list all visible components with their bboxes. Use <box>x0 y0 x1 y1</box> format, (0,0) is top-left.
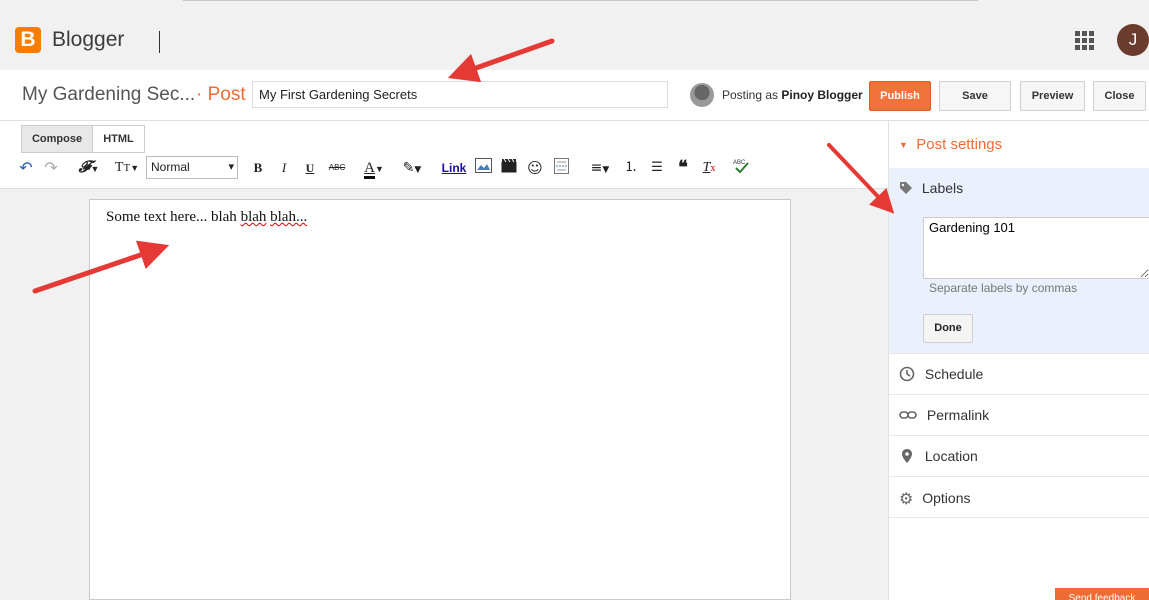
insert-jump-break-icon[interactable] <box>552 158 570 178</box>
insert-image-icon[interactable] <box>474 158 492 178</box>
send-feedback-button[interactable]: Send feedback <box>1055 588 1149 600</box>
undo-icon[interactable]: ↶ <box>17 158 35 178</box>
clock-icon <box>899 366 915 382</box>
font-family-icon[interactable]: 𝓕▼ <box>74 158 104 178</box>
align-icon[interactable]: ≡▼ <box>585 158 615 178</box>
link-button[interactable]: Link <box>440 158 468 178</box>
remove-formatting-icon[interactable]: Tx <box>700 158 718 178</box>
link-icon <box>899 411 917 419</box>
preview-button[interactable]: Preview <box>1020 81 1085 111</box>
post-title-input[interactable] <box>252 81 668 108</box>
posting-as-prefix: Posting as <box>722 88 782 102</box>
divider <box>183 0 978 1</box>
header-divider <box>159 31 160 53</box>
bulleted-list-icon[interactable]: ☰ <box>648 158 666 178</box>
post-type-label: · Post <box>196 84 246 105</box>
tag-icon <box>900 182 912 194</box>
divider <box>889 476 1149 477</box>
options-item[interactable]: ⚙ Options <box>899 489 970 508</box>
redo-icon[interactable]: ↷ <box>42 158 60 178</box>
editor-page[interactable] <box>89 199 791 600</box>
numbered-list-icon[interactable]: ⒈ <box>622 158 640 178</box>
text-color-icon[interactable]: A▼ <box>359 158 389 179</box>
blog-name[interactable]: My Gardening Sec... <box>22 84 195 106</box>
underline-icon[interactable]: U <box>302 158 318 178</box>
labels-input[interactable]: Gardening 101 <box>923 217 1149 279</box>
strikethrough-icon[interactable]: ABC <box>326 158 348 178</box>
publish-button[interactable]: Publish <box>869 81 931 111</box>
svg-text:ABC: ABC <box>733 160 746 166</box>
account-avatar[interactable]: J <box>1117 24 1149 56</box>
app-header <box>0 14 1149 70</box>
divider <box>889 353 1149 354</box>
gear-icon: ⚙ <box>899 489 914 508</box>
highlight-color-icon[interactable]: ✎▼ <box>397 158 427 178</box>
labels-hint: Separate labels by commas <box>929 281 1078 295</box>
brand-name[interactable]: Blogger <box>52 28 124 52</box>
blogger-logo-icon[interactable]: B <box>15 27 41 53</box>
spellcheck-icon[interactable]: ABC <box>731 158 751 178</box>
location-item[interactable]: Location <box>899 448 978 464</box>
tab-compose[interactable]: Compose <box>21 125 93 153</box>
italic-icon[interactable]: I <box>276 158 292 178</box>
permalink-item[interactable]: Permalink <box>899 407 989 423</box>
close-button[interactable]: Close <box>1093 81 1146 111</box>
divider <box>889 517 1149 518</box>
browser-top-strip <box>0 0 1149 14</box>
divider <box>889 435 1149 436</box>
location-pin-icon <box>902 449 912 463</box>
bold-icon[interactable]: B <box>250 158 266 178</box>
schedule-item[interactable]: Schedule <box>899 366 983 382</box>
emoji-icon[interactable]: ☺ <box>526 158 544 178</box>
divider <box>889 394 1149 395</box>
author-avatar <box>690 83 714 107</box>
labels-done-button[interactable]: Done <box>923 314 973 343</box>
quote-icon[interactable]: ❝ <box>674 158 692 178</box>
tab-html[interactable]: HTML <box>92 125 145 153</box>
insert-video-icon[interactable] <box>500 158 518 178</box>
posting-as-user: Pinoy Blogger <box>781 88 863 102</box>
post-settings-header[interactable]: ▼ Post settings <box>899 136 1002 153</box>
apps-grid-icon[interactable] <box>1075 31 1094 50</box>
save-button[interactable]: Save <box>939 81 1011 111</box>
labels-item[interactable]: Labels <box>899 180 963 196</box>
post-body-text[interactable]: Some text here... blah blah blah... <box>106 209 307 226</box>
format-select[interactable]: Normal <box>146 156 238 179</box>
caret-down-icon: ▼ <box>899 140 908 151</box>
font-size-icon[interactable]: TT▼ <box>111 158 143 178</box>
posting-as-text: Posting as Pinoy Blogger <box>722 88 863 102</box>
